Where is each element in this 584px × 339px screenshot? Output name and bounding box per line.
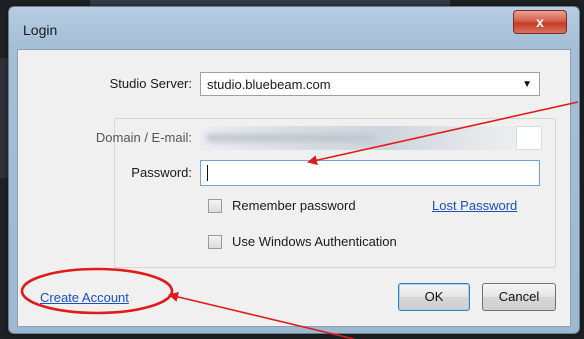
- studio-server-dropdown[interactable]: studio.bluebeam.com ▼: [200, 72, 540, 96]
- redacted-email: [206, 134, 376, 142]
- dialog-body: Studio Server: studio.bluebeam.com ▼ Dom…: [17, 49, 571, 327]
- close-button[interactable]: x: [513, 10, 567, 34]
- create-account-link[interactable]: Create Account: [40, 290, 129, 305]
- studio-server-label: Studio Server:: [109, 76, 192, 91]
- studio-server-value: studio.bluebeam.com: [207, 77, 331, 92]
- cancel-button[interactable]: Cancel: [482, 283, 556, 311]
- password-label: Password:: [131, 165, 192, 180]
- domain-email-label: Domain / E-mail:: [95, 130, 192, 145]
- chevron-down-icon: ▼: [522, 79, 532, 90]
- dialog-title: Login: [23, 22, 58, 38]
- domain-email-field[interactable]: [200, 126, 542, 150]
- title-bar[interactable]: Login x: [9, 7, 579, 49]
- lost-password-link[interactable]: Lost Password: [432, 198, 517, 213]
- windows-auth-checkbox[interactable]: [208, 235, 222, 249]
- remember-password-checkbox[interactable]: [208, 199, 222, 213]
- domain-field-end: [516, 126, 542, 150]
- close-icon: x: [536, 14, 544, 30]
- text-caret: [207, 165, 208, 181]
- windows-auth-label: Use Windows Authentication: [232, 234, 397, 249]
- password-field[interactable]: [200, 160, 540, 186]
- ok-button[interactable]: OK: [398, 283, 470, 311]
- remember-password-label: Remember password: [232, 198, 356, 213]
- login-dialog: Login x Studio Server: studio.bluebeam.c…: [8, 6, 580, 334]
